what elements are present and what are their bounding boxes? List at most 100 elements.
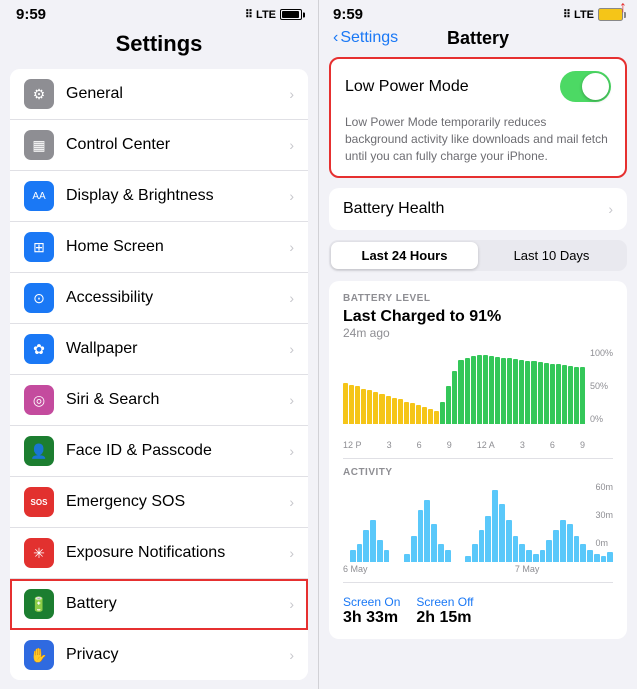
battery-bar-7	[386, 396, 391, 425]
battery-bar-27	[507, 358, 512, 424]
right-header: ‹ Settings Battery	[319, 27, 637, 57]
screen-on-stat: Screen On 3h 33m	[343, 595, 400, 627]
battery-bar-11	[410, 403, 415, 424]
battery-bar-1	[349, 385, 354, 425]
settings-item-home-screen[interactable]: ⊞Home Screen›	[10, 222, 308, 273]
activity-bar-6	[384, 550, 390, 562]
battery-health-chevron: ›	[608, 201, 613, 217]
settings-item-face-id[interactable]: 👤Face ID & Passcode›	[10, 426, 308, 477]
back-label: Settings	[340, 29, 398, 47]
general-label: General	[66, 85, 289, 103]
x-label-1: 3	[387, 440, 392, 450]
activity-bar-13	[431, 524, 437, 562]
battery-bar-36	[562, 365, 567, 424]
battery-bar-39	[580, 367, 585, 424]
time-btn-24h[interactable]: Last 24 Hours	[331, 242, 478, 269]
battery-bar-37	[568, 366, 573, 425]
x-label-0: 12 P	[343, 440, 362, 450]
accessibility-label: Accessibility	[66, 289, 289, 307]
battery-health-card[interactable]: Battery Health ›	[329, 188, 627, 230]
battery-bar-24	[489, 356, 494, 424]
left-status-icons: ⠿ LTE	[245, 8, 302, 21]
lpm-label: Low Power Mode	[345, 78, 560, 96]
battery-bar-9	[398, 399, 403, 424]
x-label-5: 3	[520, 440, 525, 450]
screen-off-label: Screen Off	[416, 595, 473, 609]
toggle-thumb	[582, 73, 609, 100]
activity-bar-9	[404, 554, 410, 562]
battery-y-labels: 100% 50% 0%	[590, 348, 613, 424]
battery-x-labels: 12 P36912 A369	[343, 440, 613, 450]
x-label-4: 12 A	[477, 440, 495, 450]
settings-item-display-brightness[interactable]: AADisplay & Brightness›	[10, 171, 308, 222]
battery-bar-28	[513, 359, 518, 424]
act-y-0: 0m	[595, 538, 613, 548]
screen-off-value: 2h 15m	[416, 609, 473, 627]
control-center-chevron: ›	[289, 137, 294, 153]
battery-bar-34	[550, 364, 555, 425]
activity-bar-21	[485, 516, 491, 562]
display-brightness-chevron: ›	[289, 188, 294, 204]
battery-bar-19	[458, 360, 463, 425]
chart-bars-area	[343, 348, 585, 424]
battery-bar-3	[361, 389, 366, 425]
act-y-60: 60m	[595, 482, 613, 492]
screen-on-label: Screen On	[343, 595, 400, 609]
activity-bar-10	[411, 536, 417, 562]
display-brightness-label: Display & Brightness	[66, 187, 289, 205]
right-time: 9:59	[333, 6, 363, 23]
settings-item-accessibility[interactable]: ⊙Accessibility›	[10, 273, 308, 324]
left-time: 9:59	[16, 6, 46, 23]
activity-bar-20	[479, 530, 485, 562]
activity-bar-29	[540, 550, 546, 562]
battery-bar-35	[556, 364, 561, 424]
right-content: Low Power Mode Low Power Mode temporaril…	[319, 57, 637, 689]
battery-bar-0	[343, 383, 348, 425]
page-title: Settings	[0, 27, 318, 69]
settings-item-exposure[interactable]: ✳Exposure Notifications›	[10, 528, 308, 579]
activity-bar-2	[357, 544, 363, 562]
low-power-mode-toggle[interactable]	[560, 71, 611, 102]
privacy-chevron: ›	[289, 647, 294, 663]
settings-item-emergency-sos[interactable]: SOSEmergency SOS›	[10, 477, 308, 528]
activity-bar-39	[607, 552, 613, 562]
settings-item-wallpaper[interactable]: ✿Wallpaper›	[10, 324, 308, 375]
battery-icon: 🔋	[24, 589, 54, 619]
battery-bar-21	[471, 356, 476, 424]
battery-bar-5	[373, 392, 378, 425]
time-btn-10d[interactable]: Last 10 Days	[478, 242, 625, 269]
battery-bar-38	[574, 367, 579, 425]
activity-bar-37	[594, 554, 600, 562]
stats-divider	[343, 582, 613, 583]
battery-bars	[343, 348, 585, 424]
date-labels: 6 May7 May	[343, 564, 613, 574]
exposure-icon: ✳	[24, 538, 54, 568]
wallpaper-label: Wallpaper	[66, 340, 289, 358]
x-label-7: 9	[580, 440, 585, 450]
battery-bar-14	[428, 409, 433, 424]
chart-divider	[343, 458, 613, 459]
settings-item-control-center[interactable]: ▦Control Center›	[10, 120, 308, 171]
battery-bar-22	[477, 355, 482, 424]
exposure-label: Exposure Notifications	[66, 544, 289, 562]
emergency-sos-label: Emergency SOS	[66, 493, 289, 511]
battery-bar-33	[544, 363, 549, 425]
back-button[interactable]: ‹ Settings	[333, 29, 398, 47]
wallpaper-chevron: ›	[289, 341, 294, 357]
battery-bar-30	[525, 361, 530, 425]
privacy-label: Privacy	[66, 646, 289, 664]
settings-item-battery[interactable]: 🔋Battery›	[10, 579, 308, 630]
activity-bar-5	[377, 540, 383, 562]
date-label-0: 6 May	[343, 564, 368, 574]
battery-health-row: Battery Health ›	[329, 188, 627, 230]
screen-on-value: 3h 33m	[343, 609, 400, 627]
battery-bar-23	[483, 355, 488, 424]
settings-item-general[interactable]: ⚙General›	[10, 69, 308, 120]
settings-item-privacy[interactable]: ✋Privacy›	[10, 630, 308, 680]
settings-item-siri-search[interactable]: ◎Siri & Search›	[10, 375, 308, 426]
battery-bar-4	[367, 390, 372, 424]
lpm-description: Low Power Mode temporarily reduces backg…	[331, 114, 625, 176]
activity-bar-32	[560, 520, 566, 562]
emergency-sos-chevron: ›	[289, 494, 294, 510]
activity-chart: 60m 30m 0m	[343, 482, 613, 562]
